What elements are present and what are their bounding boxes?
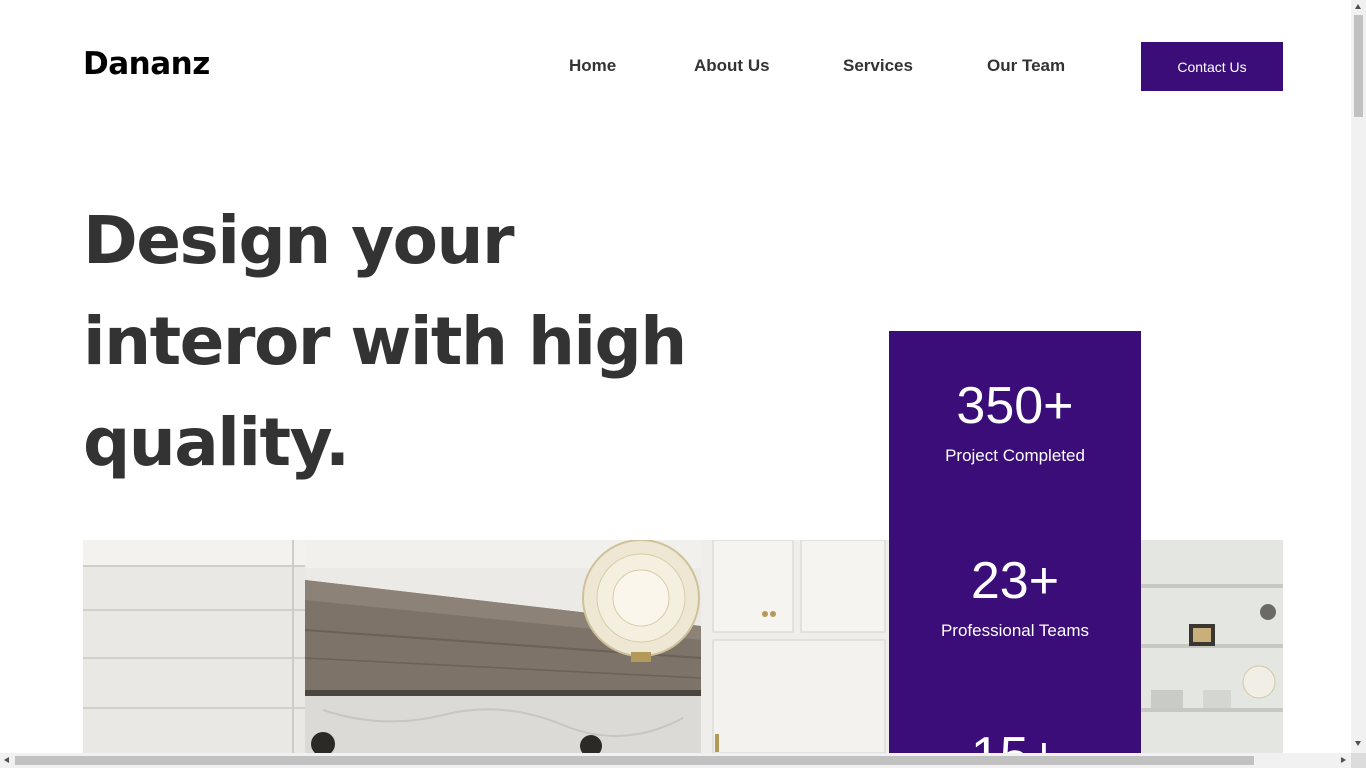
- stats-panel: 350+ Project Completed 23+ Professional …: [889, 331, 1141, 753]
- stat-projects: 350+ Project Completed: [889, 376, 1141, 466]
- stat-projects-value: 350+: [956, 377, 1074, 435]
- horizontal-scroll-thumb[interactable]: [15, 756, 1254, 765]
- nav-services[interactable]: Services: [843, 56, 913, 76]
- stat-teams-value: 23+: [970, 552, 1060, 610]
- stat-third-value: 15+: [889, 726, 1141, 753]
- horizontal-scrollbar[interactable]: [0, 753, 1351, 768]
- hero-title: Design your interor with high quality.: [83, 190, 783, 493]
- hero-title-line-2: interor with high: [83, 303, 687, 380]
- stat-projects-label: Project Completed: [945, 446, 1085, 465]
- vertical-scrollbar[interactable]: [1351, 0, 1366, 768]
- vertical-scroll-thumb[interactable]: [1354, 15, 1363, 117]
- hero-title-line-3: quality.: [83, 404, 350, 481]
- stat-teams-label: Professional Teams: [940, 621, 1090, 640]
- page: Dananz Home About Us Services Our Team C…: [0, 0, 1351, 753]
- stat-teams: 23+ Professional Teams: [889, 551, 1141, 641]
- scroll-down-arrow-icon[interactable]: [1355, 741, 1361, 746]
- contact-us-button[interactable]: Contact Us: [1141, 42, 1283, 91]
- scroll-left-arrow-icon[interactable]: [4, 757, 9, 763]
- nav-home[interactable]: Home: [569, 56, 616, 76]
- scrollbar-corner: [1351, 753, 1366, 768]
- nav-our-team[interactable]: Our Team: [987, 56, 1065, 76]
- stat-third: 15+: [889, 726, 1141, 753]
- scroll-up-arrow-icon[interactable]: [1355, 4, 1361, 9]
- scroll-right-arrow-icon[interactable]: [1341, 757, 1346, 763]
- hero-title-line-1: Design your: [83, 202, 515, 279]
- nav-about-us[interactable]: About Us: [694, 56, 770, 76]
- logo[interactable]: Dananz: [83, 46, 210, 82]
